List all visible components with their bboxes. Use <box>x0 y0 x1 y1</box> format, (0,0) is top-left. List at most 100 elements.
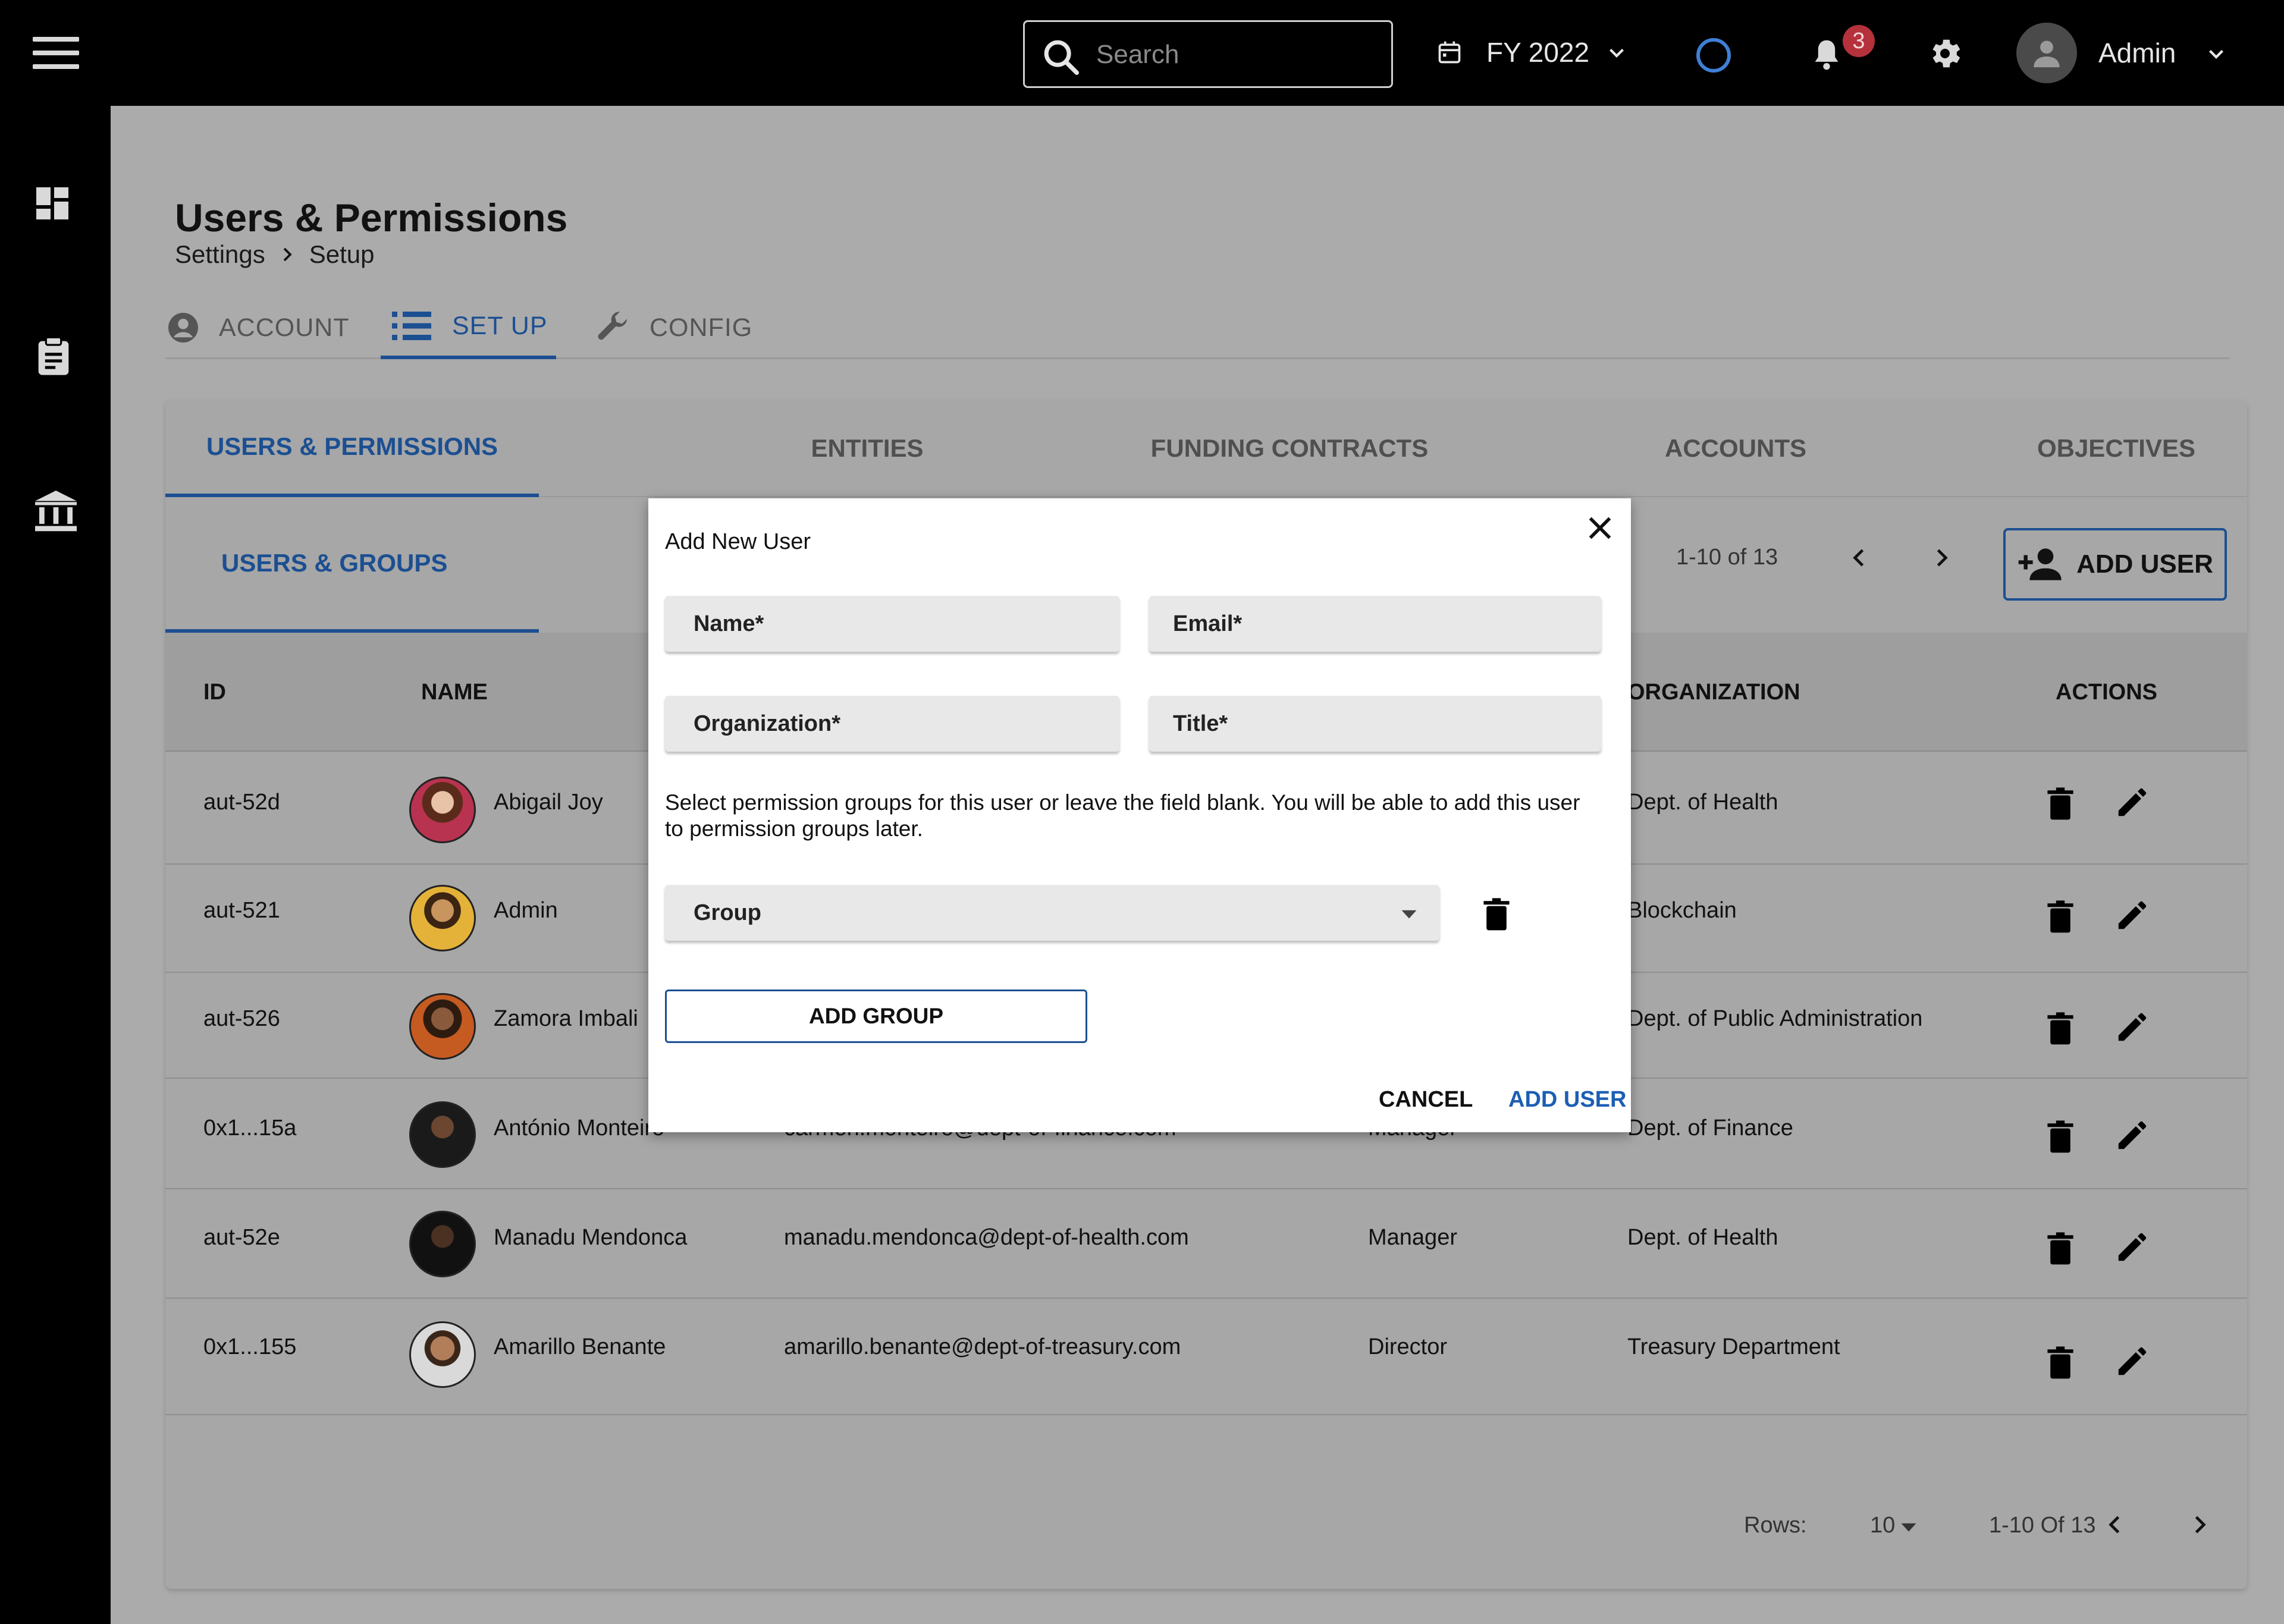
chevron-down-icon[interactable] <box>2205 43 2227 64</box>
cell-title: Director <box>1368 1334 1448 1359</box>
notification-badge: 3 <box>1843 25 1875 57</box>
trash-icon[interactable] <box>2046 899 2075 935</box>
name-input[interactable] <box>665 596 1119 652</box>
cell-id: aut-526 <box>203 1006 280 1031</box>
chevron-left-icon[interactable] <box>1846 545 1872 571</box>
tab-setup[interactable]: SET UP <box>381 296 556 359</box>
tab-config-label: CONFIG <box>650 313 753 342</box>
trash-icon[interactable] <box>1482 897 1511 932</box>
trash-icon[interactable] <box>2046 1119 2075 1155</box>
pencil-icon[interactable] <box>2114 897 2151 934</box>
breadcrumb-item-setup: Setup <box>309 240 375 268</box>
tab-account[interactable]: ACCOUNT <box>165 296 350 359</box>
chevron-right-icon <box>283 247 292 262</box>
rows-per-page-select[interactable]: 10 <box>1870 1513 1895 1538</box>
title-input[interactable] <box>1149 696 1601 752</box>
group-select-value: Group <box>694 900 761 925</box>
tab-users-groups[interactable]: USERS & GROUPS <box>165 497 539 633</box>
tab-accounts[interactable]: ACCOUNTS <box>1581 400 1890 497</box>
column-organization[interactable]: ORGANIZATION <box>1627 633 1800 752</box>
table-footer: Rows: 10 1-10 Of 13 <box>165 1500 2247 1571</box>
wrench-icon <box>598 312 627 340</box>
cell-email: amarillo.benante@dept-of-treasury.com <box>784 1334 1181 1359</box>
name-field[interactable] <box>665 596 1119 652</box>
table-row[interactable]: 0x1...155 Amarillo Benante amarillo.bena… <box>165 1299 2247 1415</box>
chevron-right-icon[interactable] <box>1928 545 1954 571</box>
pencil-icon[interactable] <box>2114 1009 2151 1045</box>
cell-id: aut-52d <box>203 790 280 815</box>
organization-field[interactable] <box>665 696 1119 752</box>
cell-organization: Blockchain <box>1627 898 1737 923</box>
cell-id: aut-52e <box>203 1225 280 1250</box>
account-circle-icon <box>168 313 198 343</box>
permission-help-text: Select permission groups for this user o… <box>665 790 1580 841</box>
close-icon[interactable] <box>1583 511 1617 545</box>
user-name[interactable]: Admin <box>2098 37 2176 69</box>
tab-config[interactable]: CONFIG <box>594 296 752 359</box>
caret-down-icon <box>1401 910 1417 919</box>
column-actions: ACTIONS <box>2056 679 2157 705</box>
cell-name: Abigail Joy <box>494 790 603 815</box>
pencil-icon[interactable] <box>2114 1343 2151 1380</box>
main-tabs: ACCOUNT SET UP CONFIG <box>165 296 2229 359</box>
trash-icon[interactable] <box>2046 786 2075 822</box>
calendar-icon <box>1438 41 1461 64</box>
tab-users-permissions[interactable]: USERS & PERMISSIONS <box>165 400 539 497</box>
trash-icon[interactable] <box>2046 1231 2075 1267</box>
group-select[interactable]: Group <box>665 885 1439 941</box>
pencil-icon[interactable] <box>2114 784 2151 821</box>
chevron-left-icon[interactable] <box>2102 1512 2128 1538</box>
user-avatar[interactable] <box>2016 23 2077 83</box>
gear-icon[interactable] <box>1926 34 1964 73</box>
tab-funding-contracts[interactable]: FUNDING CONTRACTS <box>1093 400 1486 497</box>
avatar <box>409 1101 476 1168</box>
add-user-button[interactable]: ADD USER <box>2003 528 2227 601</box>
cell-email: manadu.mendonca@dept-of-health.com <box>784 1225 1189 1250</box>
confirm-add-user-button[interactable]: ADD USER <box>1508 1087 1626 1113</box>
avatar <box>409 885 476 951</box>
tab-setup-label: SET UP <box>452 311 548 340</box>
add-group-button[interactable]: ADD GROUP <box>665 990 1087 1043</box>
fiscal-year-label: FY 2022 <box>1486 37 1590 68</box>
cell-organization: Dept. of Public Administration <box>1627 1006 1923 1031</box>
avatar <box>409 993 476 1060</box>
pencil-icon[interactable] <box>2114 1229 2151 1265</box>
search-input[interactable] <box>1096 35 1376 74</box>
add-user-dialog: Add New User Select permission groups fo… <box>648 498 1631 1132</box>
email-input[interactable] <box>1149 596 1601 652</box>
fiscal-year-selector[interactable]: FY 2022 <box>1436 29 1627 76</box>
trash-icon[interactable] <box>2046 1345 2075 1381</box>
cell-name: António Monteiro <box>494 1116 665 1141</box>
cell-name: Admin <box>494 898 558 923</box>
table-row[interactable]: aut-52e Manadu Mendonca manadu.mendonca@… <box>165 1189 2247 1299</box>
clipboard-icon[interactable] <box>31 331 76 382</box>
tab-entities[interactable]: ENTITIES <box>701 400 1034 497</box>
organization-input[interactable] <box>665 696 1119 752</box>
bank-icon[interactable] <box>31 486 81 536</box>
search-box[interactable] <box>1023 20 1393 88</box>
section-tabs: USERS & PERMISSIONS ENTITIES FUNDING CON… <box>165 400 2247 497</box>
column-name[interactable]: NAME <box>421 633 488 752</box>
caret-down-icon[interactable] <box>1900 1521 1918 1533</box>
page-title: Users & Permissions <box>175 196 568 240</box>
dashboard-icon[interactable] <box>31 182 74 225</box>
trash-icon[interactable] <box>2046 1011 2075 1047</box>
pencil-icon[interactable] <box>2114 1117 2151 1154</box>
search-icon <box>1044 40 1080 76</box>
cancel-button[interactable]: CANCEL <box>1379 1087 1473 1113</box>
status-ring-icon[interactable] <box>1696 38 1731 73</box>
cell-organization: Dept. of Health <box>1627 1225 1778 1250</box>
breadcrumb-item-settings[interactable]: Settings <box>175 240 265 269</box>
top-app-bar: FY 2022 3 Admin <box>0 0 2284 106</box>
email-field[interactable] <box>1149 596 1601 652</box>
column-id[interactable]: ID <box>203 633 226 752</box>
avatar <box>409 777 476 843</box>
rows-per-page-label: Rows: <box>1744 1513 1807 1538</box>
tab-objectives[interactable]: OBJECTIVES <box>1991 400 2241 497</box>
dialog-title: Add New User <box>665 529 811 554</box>
list-icon <box>392 312 431 340</box>
title-field[interactable] <box>1149 696 1601 752</box>
chevron-right-icon[interactable] <box>2186 1512 2213 1538</box>
menu-icon[interactable] <box>33 37 79 69</box>
bell-icon[interactable] <box>1808 34 1845 74</box>
